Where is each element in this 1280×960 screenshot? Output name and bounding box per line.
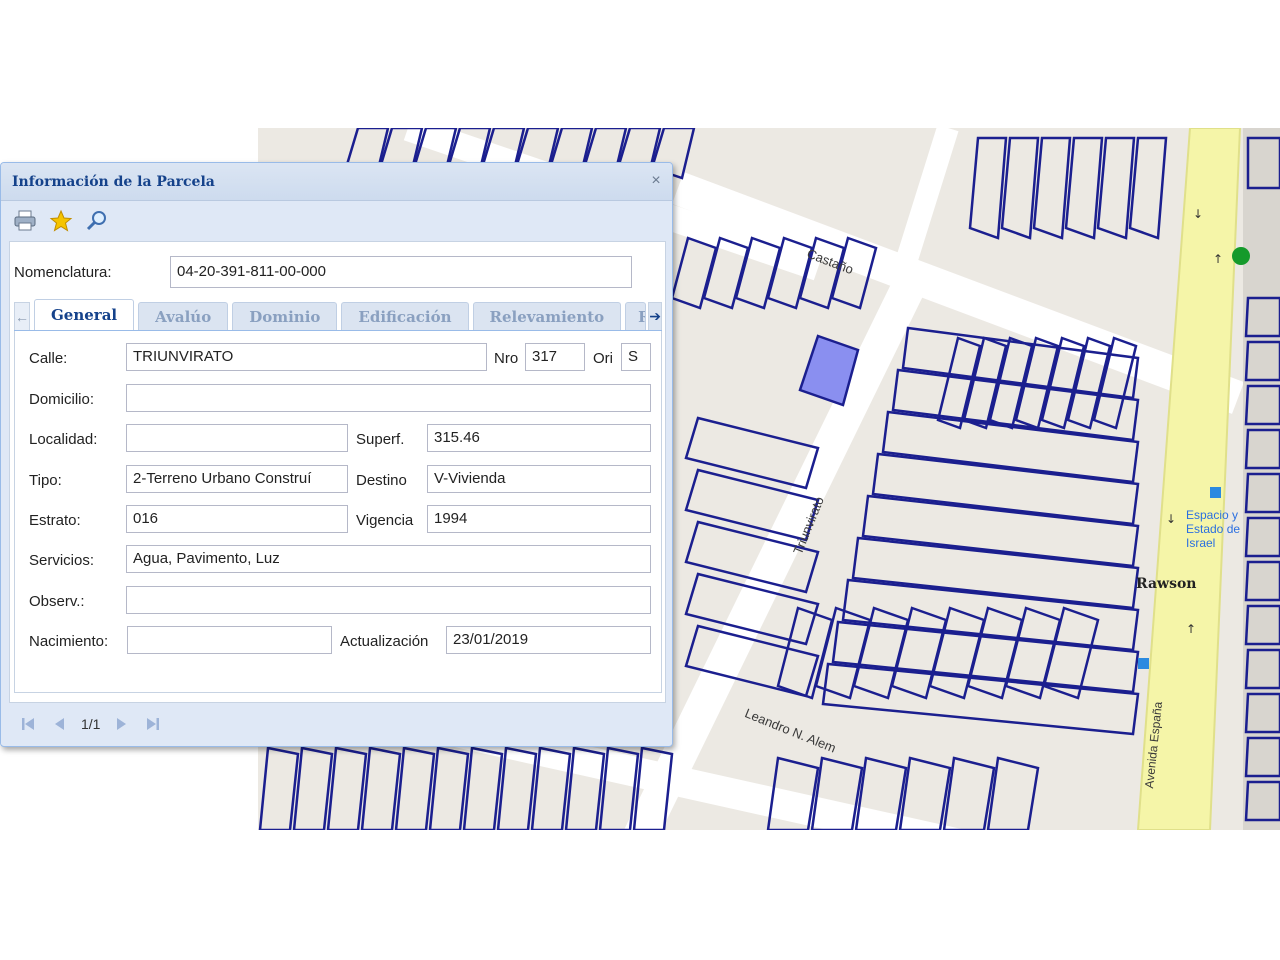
domicilio-label: Domicilio: [29,391,95,408]
destino-label: Destino [356,472,407,489]
star-icon [49,209,73,232]
ori-field[interactable]: S [621,343,651,371]
nomenclatura-row: Nomenclatura: 04-20-391-811-00-000 [14,256,632,288]
domicilio-field[interactable] [126,384,651,412]
parcel-info-dialog: Información de la Parcela × Nomenclatura… [0,162,673,747]
page-indicator: 1/1 [81,716,101,732]
superf-label: Superf. [356,431,405,448]
nomenclatura-field[interactable]: 04-20-391-811-00-000 [170,256,632,288]
dialog-toolbar [1,201,672,241]
prev-page-icon [55,718,64,730]
calle-label: Calle: [29,350,68,367]
nacimiento-label: Nacimiento: [29,633,109,650]
vigencia-label: Vigencia [356,512,414,529]
bus-stop-icon [1210,487,1221,498]
observ-field[interactable] [126,586,651,614]
estrato-field[interactable]: 016 [126,505,348,533]
tipo-field[interactable]: 2-Terreno Urbano Construí [126,465,348,493]
next-page-button[interactable] [110,713,132,735]
estrato-label: Estrato: [29,512,81,529]
green-marker-icon[interactable] [1232,247,1250,265]
zoom-to-button[interactable] [83,207,111,235]
localidad-label: Localidad: [29,431,98,448]
last-page-icon [147,718,160,730]
first-page-icon [22,718,34,730]
tab-strip: ← General Avalúo Dominio Edificación Rel… [14,298,662,331]
tab-general[interactable]: General [34,299,135,330]
print-button[interactable] [11,207,39,235]
tab-dominio[interactable]: Dominio [232,302,338,330]
vigencia-field[interactable]: 1994 [427,505,651,533]
destino-field[interactable]: V-Vivienda [427,465,651,493]
last-page-button[interactable] [142,713,164,735]
servicios-label: Servicios: [29,552,95,569]
dialog-titlebar[interactable]: Información de la Parcela [1,163,672,201]
actualizacion-field[interactable]: 23/01/2019 [446,626,651,654]
tipo-label: Tipo: [29,472,62,489]
ori-label: Ori [593,350,613,367]
nacimiento-field[interactable] [127,626,332,654]
tab-truncated[interactable]: Ri [625,302,647,330]
pager-bar: 1/1 [1,703,672,745]
localidad-field[interactable] [126,424,348,452]
direction-arrow-icon: ↓ [1166,512,1176,526]
tab-edificacion[interactable]: Edificación [341,302,469,330]
direction-arrow-icon: ↑ [1213,252,1223,266]
superf-field[interactable]: 315.46 [427,424,651,452]
nomenclatura-label: Nomenclatura: [14,263,112,281]
direction-arrow-icon: ↓ [1193,207,1203,221]
tab-scroll-left-button[interactable]: ← [14,302,30,330]
dialog-title: Información de la Parcela [12,173,215,190]
nro-label: Nro [494,350,519,367]
direction-arrow-icon: ↑ [1186,622,1196,636]
tab-relevamiento[interactable]: Relevamiento [472,302,622,330]
observ-label: Observ.: [29,593,85,610]
poi-label-espacio[interactable]: Espacio y Estado de Israel [1186,508,1244,550]
close-icon[interactable]: × [648,173,664,189]
favorite-button[interactable] [47,207,75,235]
magnifier-icon [86,211,106,231]
bus-stop-icon [1138,658,1149,669]
first-page-button[interactable] [17,713,39,735]
prev-page-button[interactable] [49,713,71,735]
actualizacion-label: Actualización [340,633,429,650]
tab-scroll-right-button[interactable]: ➔ [648,302,662,330]
nro-field[interactable]: 317 [525,343,585,371]
calle-field[interactable]: TRIUNVIRATO [126,343,487,371]
parcel-info-panel: Nomenclatura: 04-20-391-811-00-000 ← Gen… [9,241,666,703]
next-page-icon [117,718,127,730]
servicios-field[interactable]: Agua, Pavimento, Luz [126,545,651,573]
printer-icon [14,210,36,231]
general-tab-body: Calle: TRIUNVIRATO Nro 317 Ori S Domicil… [14,331,662,693]
tab-avaluo[interactable]: Avalúo [138,302,229,330]
place-label-rawson: Rawson [1136,576,1197,592]
